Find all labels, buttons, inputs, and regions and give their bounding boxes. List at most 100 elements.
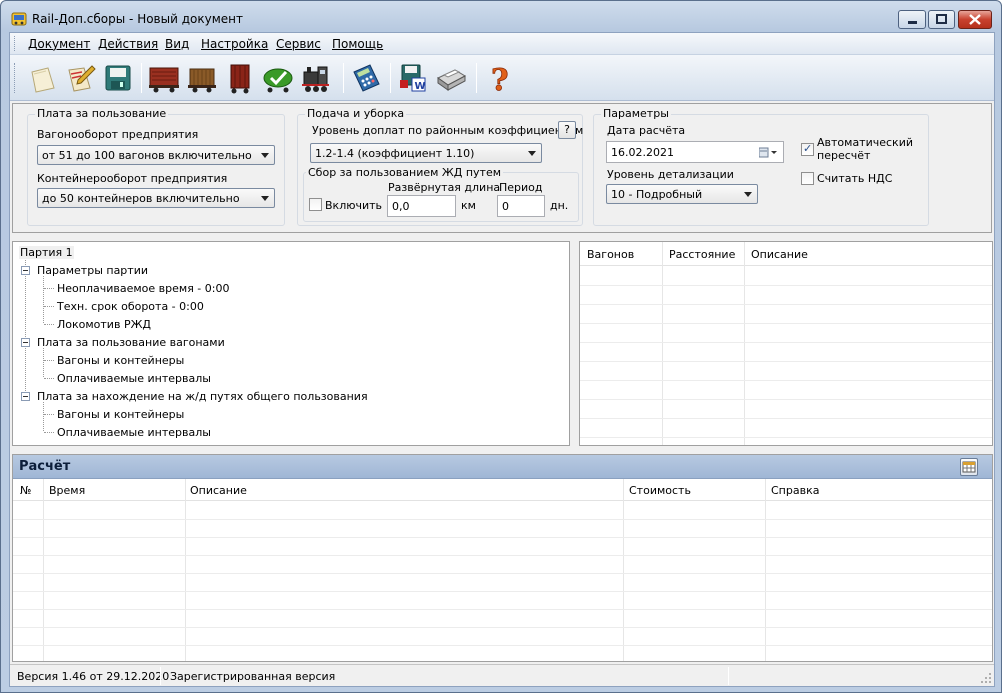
- menu-document[interactable]: Документ: [28, 37, 90, 51]
- grid-row-line: [13, 555, 992, 556]
- minimize-button[interactable]: [898, 10, 926, 29]
- wagon-turnover-select[interactable]: от 51 до 100 вагонов включительно: [37, 145, 275, 165]
- enable-rail-fee-checkbox[interactable]: [309, 198, 322, 211]
- status-separator: [160, 667, 161, 685]
- wagons-grid-header: Вагонов Расстояние Описание: [580, 242, 992, 266]
- title-bar[interactable]: Rail-Доп.сборы - Новый документ: [1, 1, 1001, 35]
- menu-view[interactable]: Вид: [165, 37, 189, 51]
- column-number[interactable]: №: [20, 484, 31, 497]
- detail-level-label: Уровень детализации: [607, 168, 734, 181]
- tree-node-batch-params[interactable]: Параметры партии: [37, 264, 148, 277]
- usage-fee-group: Плата за пользование Вагонооборот предпр…: [27, 107, 285, 226]
- help-question-icon[interactable]: ?: [482, 60, 518, 96]
- collapse-icon[interactable]: [21, 338, 30, 347]
- chevron-down-icon: [744, 192, 752, 197]
- collapse-icon[interactable]: [21, 392, 30, 401]
- column-cost[interactable]: Стоимость: [629, 484, 691, 497]
- menu-settings[interactable]: Настройка: [201, 37, 268, 51]
- menu-actions[interactable]: Действия: [98, 37, 158, 51]
- calculation-table-button[interactable]: [960, 458, 978, 476]
- wagon-red-icon[interactable]: [146, 60, 182, 96]
- resize-grip-icon[interactable]: [980, 672, 992, 684]
- column-time[interactable]: Время: [49, 484, 85, 497]
- wagons-grid[interactable]: Вагонов Расстояние Описание: [579, 241, 993, 446]
- period-input[interactable]: 0: [497, 195, 545, 217]
- container-turnover-select[interactable]: до 50 контейнеров включительно: [37, 188, 275, 208]
- wagon-turnover-label: Вагонооборот предприятия: [37, 128, 199, 141]
- auto-recalc-label: Автоматический: [817, 136, 913, 149]
- menu-bar: Документ Действия Вид Настройка Сервис П…: [10, 33, 994, 55]
- auto-recalc-label-2: пересчёт: [817, 149, 871, 162]
- app-window: Rail-Доп.сборы - Новый документ Документ…: [0, 0, 1002, 693]
- tank-car-icon[interactable]: [222, 60, 258, 96]
- tree-node-wagons-containers[interactable]: Вагоны и контейнеры: [57, 354, 184, 367]
- toolbar-separator: [476, 63, 477, 93]
- calculation-header: Расчёт: [13, 455, 992, 479]
- surcharge-help-button[interactable]: ?: [558, 121, 576, 139]
- tree-node-public-tracks[interactable]: Плата за нахождение на ж/д путях общего …: [37, 390, 368, 403]
- menu-help[interactable]: Помощь: [332, 37, 383, 51]
- calendar-dropdown-icon[interactable]: [759, 147, 779, 158]
- vat-checkbox[interactable]: [801, 172, 814, 185]
- tree-line: [44, 288, 54, 289]
- tree-line: [43, 276, 44, 323]
- close-button[interactable]: [958, 10, 992, 29]
- surcharge-select[interactable]: 1.2-1.4 (коэффициент 1.10): [310, 143, 542, 163]
- column-calc-description[interactable]: Описание: [190, 484, 247, 497]
- column-description[interactable]: Описание: [751, 248, 808, 261]
- wagon-brown-icon[interactable]: [184, 60, 220, 96]
- grid-row-line: [13, 573, 992, 574]
- rail-fee-group: Сбор за пользованием ЖД путем Включить Р…: [303, 166, 579, 222]
- grid-row-line: [580, 304, 992, 305]
- tree-node-paid-intervals[interactable]: Оплачиваемые интервалы: [57, 372, 211, 385]
- vat-label: Считать НДС: [817, 172, 893, 185]
- calc-date-picker[interactable]: 16.02.2021: [606, 141, 784, 163]
- chevron-down-icon: [261, 196, 269, 201]
- table-grid-icon: [962, 461, 976, 473]
- column-wagons[interactable]: Вагонов: [587, 248, 634, 261]
- grid-row-line: [13, 591, 992, 592]
- wagon-turnover-value: от 51 до 100 вагонов включительно: [42, 149, 252, 162]
- parameters-group: Параметры Дата расчёта 16.02.2021 Уровен…: [593, 107, 929, 226]
- tree-root[interactable]: Партия 1: [19, 246, 74, 259]
- tree-node-locomotive[interactable]: Локомотив РЖД: [57, 318, 151, 331]
- minimize-icon: [908, 21, 917, 24]
- grid-row-line: [580, 380, 992, 381]
- status-separator: [728, 667, 729, 685]
- maximize-button[interactable]: [928, 10, 955, 29]
- app-icon: [11, 12, 27, 26]
- calculator-icon[interactable]: [348, 60, 384, 96]
- menu-service[interactable]: Сервис: [276, 37, 321, 51]
- locomotive-icon[interactable]: [298, 60, 334, 96]
- usage-fee-title: Плата за пользование: [35, 107, 169, 120]
- calc-date-value: 16.02.2021: [611, 146, 674, 159]
- enable-label: Включить: [325, 199, 383, 212]
- auto-recalc-checkbox[interactable]: ✓: [801, 142, 814, 156]
- tree-node-paid-intervals-2[interactable]: Оплачиваемые интервалы: [57, 426, 211, 439]
- tree-node-wagon-usage[interactable]: Плата за пользование вагонами: [37, 336, 225, 349]
- length-input[interactable]: 0,0: [387, 195, 456, 217]
- column-distance[interactable]: Расстояние: [669, 248, 735, 261]
- open-document-icon[interactable]: [62, 60, 98, 96]
- parameters-panel: Плата за пользование Вагонооборот предпр…: [12, 103, 992, 233]
- grid-row-line: [580, 437, 992, 438]
- column-divider: [623, 479, 624, 661]
- close-icon: [969, 14, 981, 25]
- printer-icon[interactable]: [433, 60, 469, 96]
- green-tank-check-icon[interactable]: [260, 60, 296, 96]
- length-value: 0,0: [392, 200, 410, 213]
- collapse-icon[interactable]: [21, 266, 30, 275]
- tree-node-unpaid-time[interactable]: Неоплачиваемое время - 0:00: [57, 282, 229, 295]
- tree-node-turnover-time[interactable]: Техн. срок оборота - 0:00: [57, 300, 204, 313]
- save-icon[interactable]: [100, 60, 136, 96]
- batch-tree[interactable]: Партия 1 Параметры партии Неоплачиваемое…: [12, 241, 570, 446]
- detail-level-select[interactable]: 10 - Подробный: [606, 184, 758, 204]
- new-document-icon[interactable]: [24, 60, 60, 96]
- tree-node-wagons-containers-2[interactable]: Вагоны и контейнеры: [57, 408, 184, 421]
- calc-date-label: Дата расчёта: [607, 124, 686, 137]
- toolbar: W ?: [10, 55, 994, 101]
- toolbar-separator: [390, 63, 391, 93]
- grid-row-line: [13, 627, 992, 628]
- column-reference[interactable]: Справка: [771, 484, 819, 497]
- export-word-icon[interactable]: W: [395, 60, 431, 96]
